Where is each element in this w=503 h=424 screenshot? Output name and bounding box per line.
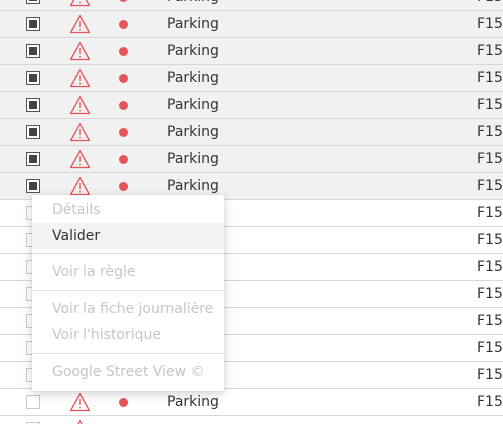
row-type: Parking xyxy=(167,0,219,5)
table-row[interactable]: Parking F150 xyxy=(0,389,503,416)
warning-triangle-icon xyxy=(69,149,91,169)
warning-triangle-icon xyxy=(77,419,83,424)
menu-item-details[interactable]: Détails xyxy=(32,197,224,223)
row-type: Parking xyxy=(167,43,219,59)
row-code: F150 xyxy=(477,151,503,167)
row-type: Parking xyxy=(167,178,219,194)
status-dot-icon xyxy=(119,398,128,407)
table-row[interactable]: Parking F150 xyxy=(0,11,503,38)
status-dot-icon xyxy=(119,101,128,110)
table-row[interactable]: Parking F150 xyxy=(0,65,503,92)
warning-triangle-icon xyxy=(69,122,91,142)
row-code: F150 xyxy=(477,313,503,329)
row-code: F150 xyxy=(477,97,503,113)
row-code: F150 xyxy=(477,205,503,221)
row-type: Parking xyxy=(167,97,219,113)
status-dot-icon xyxy=(119,128,128,137)
context-menu: Détails Valider Voir la règle Voir la fi… xyxy=(32,195,224,391)
row-checkbox[interactable] xyxy=(26,98,40,112)
row-code: F150 xyxy=(477,259,503,275)
row-type: Parking xyxy=(167,151,219,167)
warning-triangle-icon xyxy=(69,14,91,34)
row-code: F150 xyxy=(477,286,503,302)
row-type: Parking xyxy=(167,124,219,140)
row-checkbox[interactable] xyxy=(26,0,40,4)
row-checkbox[interactable] xyxy=(26,44,40,58)
row-code: F150 xyxy=(477,340,503,356)
row-checkbox[interactable] xyxy=(26,125,40,139)
warning-triangle-icon xyxy=(69,95,91,115)
row-code: F150 xyxy=(477,178,503,194)
menu-separator xyxy=(32,353,224,354)
warning-triangle-icon xyxy=(69,41,91,61)
row-code: F150 xyxy=(477,70,503,86)
menu-item-daily-sheet[interactable]: Voir la fiche journalière xyxy=(32,296,224,322)
status-dot-icon xyxy=(119,182,128,191)
menu-item-view-rule[interactable]: Voir la règle xyxy=(32,259,224,285)
menu-item-history[interactable]: Voir l'historique xyxy=(32,322,224,348)
status-dot-icon xyxy=(119,155,128,164)
row-code: F150 xyxy=(477,16,503,32)
status-dot-icon xyxy=(119,20,128,29)
row-checkbox[interactable] xyxy=(26,17,40,31)
alerts-table-viewport: ParkingF150ParkingF150ParkingF150Parking… xyxy=(0,0,503,424)
row-code: F150 xyxy=(477,232,503,248)
warning-triangle-icon xyxy=(69,68,91,88)
status-dot-icon xyxy=(119,0,128,2)
row-code: F150 xyxy=(477,367,503,383)
table-row[interactable]: Parking F150 xyxy=(0,146,503,173)
row-code: F150 xyxy=(477,0,503,5)
row-code: F150 xyxy=(477,124,503,140)
menu-separator xyxy=(32,253,224,254)
row-code: F150 xyxy=(477,43,503,59)
row-type: Parking xyxy=(167,70,219,86)
row-code: F150 xyxy=(477,394,503,410)
row-checkbox[interactable] xyxy=(26,395,40,409)
row-type: Parking xyxy=(167,394,219,410)
table-row[interactable]: Parking F150 xyxy=(0,0,503,11)
row-type: Parking xyxy=(167,16,219,32)
table-row[interactable]: Parking F150 xyxy=(0,38,503,65)
row-checkbox[interactable] xyxy=(26,179,40,193)
menu-item-validate[interactable]: Valider xyxy=(32,223,224,249)
table-row[interactable] xyxy=(0,416,503,424)
row-checkbox[interactable] xyxy=(26,152,40,166)
row-checkbox[interactable] xyxy=(26,71,40,85)
warning-triangle-icon xyxy=(69,176,91,196)
menu-item-street-view[interactable]: Google Street View © xyxy=(32,359,224,385)
table-row[interactable]: Parking F150 xyxy=(0,92,503,119)
menu-separator xyxy=(32,290,224,291)
status-dot-icon xyxy=(119,74,128,83)
warning-triangle-icon xyxy=(69,0,91,7)
status-dot-icon xyxy=(119,47,128,56)
table-row[interactable]: Parking F150 xyxy=(0,119,503,146)
warning-triangle-icon xyxy=(69,392,91,412)
